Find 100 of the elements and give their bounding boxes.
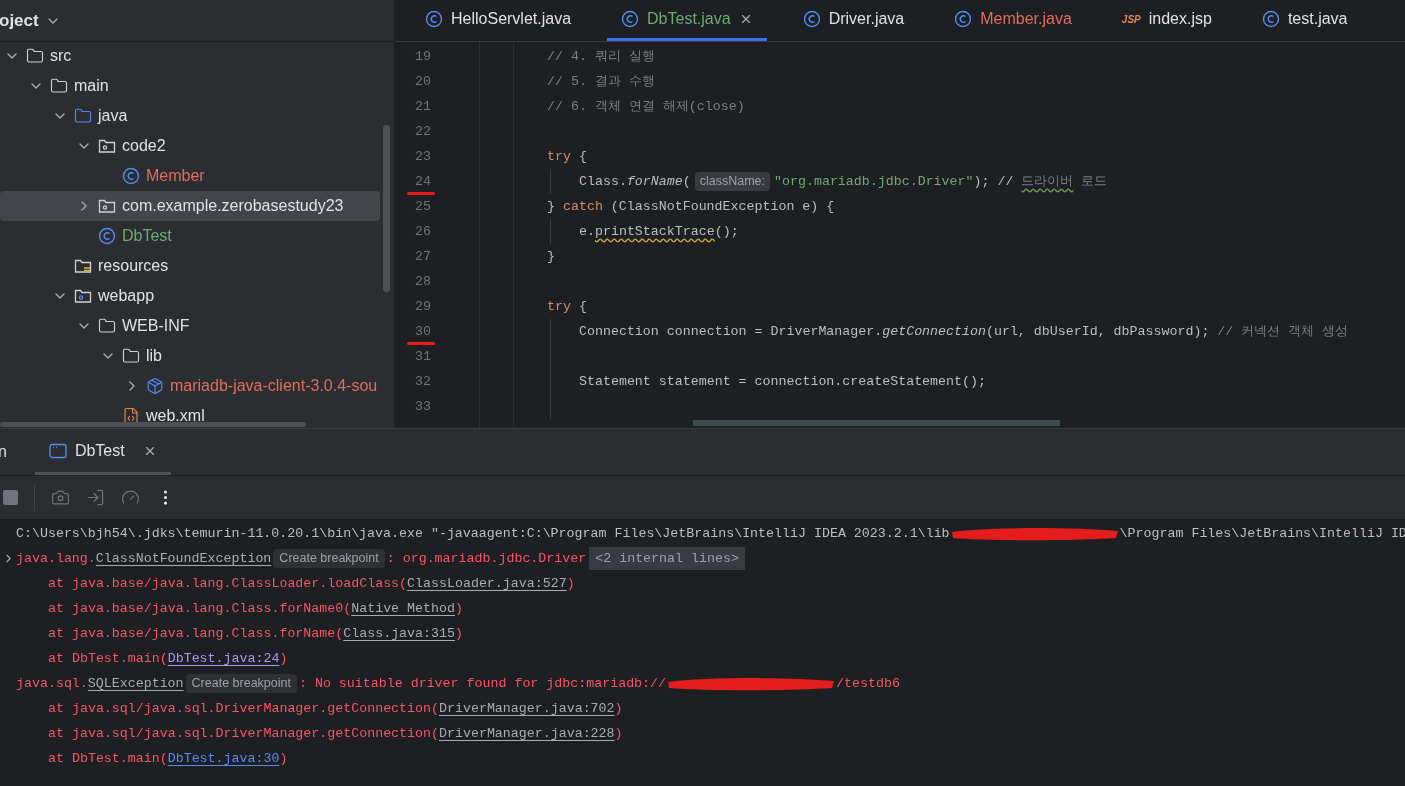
line-number: 32: [415, 372, 431, 391]
console-text: : No suitable driver found for jdbc:mariadb://: [298, 674, 667, 693]
tab-label: Member.java: [980, 9, 1072, 29]
console-text: ): [454, 599, 463, 618]
tree-item-label: webapp: [98, 286, 155, 306]
console-link[interactable]: DriverManager.java:702: [439, 698, 615, 719]
editor-tab[interactable]: JSP index.jsp: [1107, 0, 1226, 41]
console-link[interactable]: Native Method: [351, 598, 455, 619]
class-icon: [425, 10, 443, 28]
tree-item-label: web.xml: [146, 406, 205, 426]
console-text: /testdb6: [836, 674, 900, 693]
console-link[interactable]: SQLException: [87, 673, 184, 694]
code-token: // 5. 결과 수행: [547, 72, 655, 91]
console-text: at java.sql/java.sql.DriverManager.getConnection(: [48, 699, 439, 718]
console-link[interactable]: DbTest.java:30: [167, 748, 280, 769]
create-breakpoint-hint[interactable]: Create breakpoint: [185, 674, 297, 693]
code-token: printStackTrace: [594, 222, 715, 241]
editor-tab[interactable]: test.java: [1247, 0, 1362, 41]
editor-tab[interactable]: Member.java: [940, 0, 1086, 41]
tree-item[interactable]: DbTest: [0, 221, 380, 251]
jsp-file-icon: JSP: [1121, 11, 1141, 27]
line-number: 28: [415, 272, 431, 291]
camera-icon[interactable]: [51, 488, 70, 507]
horizontal-scrollbar[interactable]: [693, 420, 1060, 426]
parameter-hint: className:: [694, 172, 771, 191]
folder-icon: [26, 47, 44, 65]
tree-item[interactable]: mariadb-java-client-3.0.4-sou: [0, 371, 380, 401]
code-token: {: [577, 297, 587, 316]
console-text: ): [279, 749, 288, 768]
tree-item-label: lib: [146, 346, 162, 366]
tree-item[interactable]: code2: [0, 131, 380, 161]
xml-file-icon: [122, 407, 140, 425]
line-number: 25: [415, 197, 431, 216]
class-icon: [98, 227, 116, 245]
tree-item[interactable]: src: [0, 41, 380, 71]
tree-item[interactable]: com.example.zerobasestudy23: [0, 191, 380, 221]
tab-label: HelloServlet.java: [451, 9, 572, 29]
line-number: 31: [415, 347, 431, 366]
gauge-icon[interactable]: [121, 488, 140, 507]
tree-item[interactable]: lib: [0, 341, 380, 371]
tree-item-label: src: [50, 46, 72, 66]
console-link[interactable]: DriverManager.java:228: [439, 723, 615, 744]
code-token: e.: [579, 222, 595, 241]
tree-item[interactable]: java: [0, 101, 380, 131]
code-token: }: [547, 197, 556, 216]
vertical-scrollbar[interactable]: [383, 125, 390, 292]
console-text: java.sql.: [16, 674, 88, 693]
line-number: 24: [415, 172, 431, 191]
code-token: // 6. 객체 연결 해제(close): [547, 97, 745, 116]
console-link[interactable]: ClassLoader.java:527: [407, 573, 567, 594]
editor-tab[interactable]: HelloServlet.java: [411, 0, 586, 41]
code-token: getConnection: [882, 322, 986, 341]
create-breakpoint-hint[interactable]: Create breakpoint: [273, 549, 385, 568]
horizontal-scrollbar[interactable]: [0, 422, 306, 427]
tree-item-label: com.example.zerobasestudy23: [122, 196, 344, 216]
console-text: at DbTest.main(: [48, 649, 168, 668]
line-number: 20: [415, 72, 431, 91]
tree-item[interactable]: Member: [0, 161, 380, 191]
editor-tab[interactable]: Driver.java: [788, 0, 919, 41]
tree-item[interactable]: web.xml: [0, 401, 380, 428]
folder-icon: [122, 347, 140, 365]
exit-icon[interactable]: [86, 488, 105, 507]
editor-tab[interactable]: DbTest.java: [607, 0, 767, 41]
tree-item[interactable]: resources: [0, 251, 380, 281]
code-token: "org.mariadb.jdbc.Driver": [774, 172, 974, 191]
tree-item-label: mariadb-java-client-3.0.4-sou: [170, 376, 378, 396]
panel-title[interactable]: oject: [0, 7, 39, 34]
tab-label: DbTest.java: [647, 9, 731, 29]
line-number: 30: [415, 322, 431, 341]
code-token: {: [577, 147, 587, 166]
tab-label: test.java: [1287, 9, 1348, 29]
tree-item[interactable]: WEB-INF: [0, 311, 380, 341]
class-icon: [802, 10, 821, 28]
folder-icon: [74, 107, 92, 125]
code-token: Class.: [579, 172, 627, 191]
run-tab[interactable]: DbTest: [34, 429, 171, 475]
tree-item[interactable]: webapp: [0, 281, 380, 311]
resources-folder-icon: [74, 258, 92, 274]
console-text: C:\Users\bjh54\.jdks\temurin-11.0.20.1\bin\java.exe "-javaagent:C:\Program Files\JetBrains\IntelliJ IDEA 2023.2.1\lib: [16, 524, 950, 543]
code-token: forName: [626, 172, 683, 191]
console-text: at java.base/java.lang.ClassLoader.loadClass(: [48, 574, 408, 593]
code-token: ();: [714, 222, 739, 241]
console-text: ): [614, 699, 623, 718]
class-icon: [1261, 10, 1280, 28]
tree-item[interactable]: main: [0, 71, 380, 101]
code-token: // 커넥션 객체 생성: [1217, 322, 1349, 341]
console-link[interactable]: Class.java:315: [343, 623, 455, 644]
line-number: 29: [415, 297, 431, 316]
console-link[interactable]: ClassNotFoundException: [95, 548, 272, 569]
console-window-icon: [48, 442, 67, 459]
folded-lines[interactable]: <2 internal lines>: [589, 547, 745, 570]
package-folder-icon: [98, 138, 116, 154]
package-folder-icon: [74, 288, 92, 304]
tree-item-label: Member: [146, 166, 205, 186]
console-link[interactable]: DbTest.java:24: [167, 648, 280, 669]
tab-label: DbTest: [74, 440, 125, 461]
code-token: (ClassNotFoundException e) {: [609, 197, 835, 216]
line-number: 19: [415, 47, 431, 66]
code-token: 로드: [1080, 172, 1108, 191]
console-text: ): [454, 624, 463, 643]
